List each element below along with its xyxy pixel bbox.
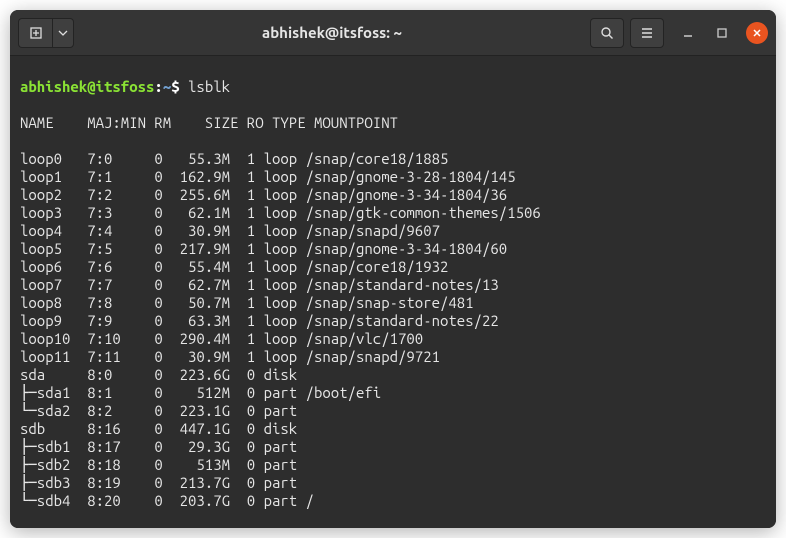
lsblk-row: loop10 7:10 0 290.4M 1 loop /snap/vlc/17… <box>20 330 766 348</box>
chevron-down-icon <box>58 28 68 38</box>
maximize-button[interactable] <box>712 23 732 43</box>
new-tab-dropdown[interactable] <box>52 18 74 48</box>
prompt-path: ~ <box>163 78 171 95</box>
lsblk-row: loop3 7:3 0 62.1M 1 loop /snap/gtk-commo… <box>20 204 766 222</box>
terminal-body[interactable]: abhishek@itsfoss:~$ lsblk NAME MAJ:MIN R… <box>10 56 776 528</box>
lsblk-row: loop1 7:1 0 162.9M 1 loop /snap/gnome-3-… <box>20 168 766 186</box>
lsblk-row: sda 8:0 0 223.6G 0 disk <box>20 366 766 384</box>
lsblk-row: loop8 7:8 0 50.7M 1 loop /snap/snap-stor… <box>20 294 766 312</box>
lsblk-row: ├─sdb1 8:17 0 29.3G 0 part <box>20 438 766 456</box>
minimize-icon <box>682 27 694 39</box>
lsblk-row: ├─sdb3 8:19 0 213.7G 0 part <box>20 474 766 492</box>
prompt-colon: : <box>154 78 162 95</box>
lsblk-header: NAME MAJ:MIN RM SIZE RO TYPE MOUNTPOINT <box>20 114 766 132</box>
lsblk-row: loop9 7:9 0 63.3M 1 loop /snap/standard-… <box>20 312 766 330</box>
lsblk-row: loop0 7:0 0 55.3M 1 loop /snap/core18/18… <box>20 150 766 168</box>
lsblk-row: └─sda2 8:2 0 223.1G 0 part <box>20 402 766 420</box>
lsblk-row: loop4 7:4 0 30.9M 1 loop /snap/snapd/960… <box>20 222 766 240</box>
lsblk-row: └─sdb4 8:20 0 203.7G 0 part / <box>20 492 766 510</box>
lsblk-row: loop7 7:7 0 62.7M 1 loop /snap/standard-… <box>20 276 766 294</box>
close-button[interactable] <box>746 22 768 44</box>
new-tab-icon <box>28 25 44 41</box>
titlebar: abhishek@itsfoss: ~ <box>10 10 776 56</box>
terminal-window: abhishek@itsfoss: ~ abhishek@itsfoss:~$ … <box>10 10 776 528</box>
prompt-dollar: $ <box>171 78 179 95</box>
command-text: lsblk <box>188 78 230 95</box>
window-controls <box>678 22 768 44</box>
window-title: abhishek@itsfoss: ~ <box>80 24 584 41</box>
menu-button[interactable] <box>630 18 664 48</box>
lsblk-row: ├─sdb2 8:18 0 513M 0 part <box>20 456 766 474</box>
hamburger-icon <box>639 25 655 41</box>
lsblk-row: loop5 7:5 0 217.9M 1 loop /snap/gnome-3-… <box>20 240 766 258</box>
prompt-user: abhishek@itsfoss <box>20 78 154 95</box>
lsblk-row: sdb 8:16 0 447.1G 0 disk <box>20 420 766 438</box>
lsblk-row: ├─sda1 8:1 0 512M 0 part /boot/efi <box>20 384 766 402</box>
minimize-button[interactable] <box>678 23 698 43</box>
maximize-icon <box>716 27 728 39</box>
lsblk-row: loop6 7:6 0 55.4M 1 loop /snap/core18/19… <box>20 258 766 276</box>
prompt-line-1: abhishek@itsfoss:~$ lsblk <box>20 78 766 96</box>
search-icon <box>599 25 615 41</box>
close-icon <box>752 28 762 38</box>
lsblk-row: loop11 7:11 0 30.9M 1 loop /snap/snapd/9… <box>20 348 766 366</box>
search-button[interactable] <box>590 18 624 48</box>
lsblk-rows: loop0 7:0 0 55.3M 1 loop /snap/core18/18… <box>20 150 766 510</box>
new-tab-group <box>18 18 74 48</box>
new-tab-button[interactable] <box>18 18 52 48</box>
lsblk-row: loop2 7:2 0 255.6M 1 loop /snap/gnome-3-… <box>20 186 766 204</box>
